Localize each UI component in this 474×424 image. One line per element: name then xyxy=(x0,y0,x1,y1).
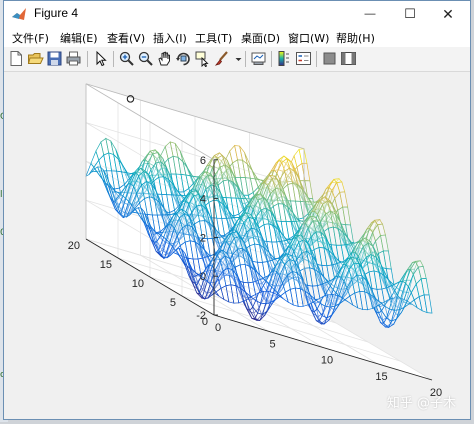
colorbar-icon[interactable] xyxy=(276,50,293,67)
close-button[interactable]: ✕ xyxy=(428,1,468,27)
link-plot-icon[interactable] xyxy=(250,50,267,67)
y-tick-label: 0 xyxy=(202,316,208,328)
menu-file[interactable]: 文件(F) xyxy=(12,30,49,46)
y-tick-label: 20 xyxy=(68,240,80,252)
pan-hand-icon[interactable] xyxy=(156,50,173,67)
menu-insert[interactable]: 插入(I) xyxy=(153,30,187,46)
menu-tools[interactable]: 工具(T) xyxy=(195,30,232,46)
minimize-icon: — xyxy=(364,8,376,20)
x-tick-label: 5 xyxy=(269,338,275,350)
toolbar-separator xyxy=(316,51,317,67)
x-tick-label: 10 xyxy=(321,355,333,367)
toolbar-separator xyxy=(113,51,114,67)
hide-plot-tools-icon[interactable] xyxy=(321,50,338,67)
menu-edit[interactable]: 编辑(E) xyxy=(60,30,98,46)
zoom-in-icon[interactable] xyxy=(118,50,135,67)
figure-toolbar xyxy=(4,47,470,72)
minimize-button[interactable]: — xyxy=(350,1,390,27)
save-icon[interactable] xyxy=(46,50,63,67)
menu-view[interactable]: 查看(V) xyxy=(107,30,145,46)
pointer-icon[interactable] xyxy=(92,50,109,67)
maximize-button[interactable]: ☐ xyxy=(390,1,430,27)
show-plot-tools-icon[interactable] xyxy=(340,50,357,67)
figure-window: Figure 4 — ☐ ✕ 文件(F) 编辑(E) 查看(V) 插入(I) 工… xyxy=(3,0,471,420)
z-tick-label: 2 xyxy=(200,232,206,244)
menu-window[interactable]: 窗口(W) xyxy=(288,30,329,46)
y-tick-label: 15 xyxy=(100,259,112,271)
menu-desktop[interactable]: 桌面(D) xyxy=(241,30,280,46)
x-tick-label: 15 xyxy=(375,371,387,383)
print-icon[interactable] xyxy=(65,50,82,67)
open-file-icon[interactable] xyxy=(27,50,44,67)
figure-canvas[interactable]: -2 0 2 4 6 0 5 10 15 20 0 5 10 15 20 xyxy=(4,72,470,419)
z-tick-label: 6 xyxy=(200,155,206,167)
close-icon: ✕ xyxy=(442,5,454,22)
menu-bar: 文件(F) 编辑(E) 查看(V) 插入(I) 工具(T) 桌面(D) 窗口(W… xyxy=(4,27,470,47)
rotate-3d-icon[interactable] xyxy=(175,50,192,67)
y-tick-label: 5 xyxy=(170,297,176,309)
new-figure-icon[interactable] xyxy=(8,50,25,67)
data-cursor-icon[interactable] xyxy=(194,50,211,67)
zoom-out-icon[interactable] xyxy=(137,50,154,67)
y-tick-label: 10 xyxy=(132,278,144,290)
legend-icon[interactable] xyxy=(295,50,312,67)
toolbar-separator xyxy=(87,51,88,67)
window-title: Figure 4 xyxy=(34,6,79,20)
title-bar[interactable]: Figure 4 — ☐ ✕ xyxy=(4,1,470,27)
surface-plot-3d[interactable]: -202460510152005101520 xyxy=(4,72,470,419)
x-tick-label: 0 xyxy=(215,322,221,334)
brush-icon[interactable] xyxy=(213,50,230,67)
menu-help[interactable]: 帮助(H) xyxy=(336,30,375,46)
toolbar-separator xyxy=(271,51,272,67)
matlab-app-icon xyxy=(12,8,26,20)
z-tick-label: 4 xyxy=(200,194,206,206)
watermark-text: 知乎 @子木 xyxy=(386,396,456,411)
z-tick-label: 0 xyxy=(200,271,206,283)
maximize-icon: ☐ xyxy=(404,6,416,21)
toolbar-separator xyxy=(245,51,246,67)
